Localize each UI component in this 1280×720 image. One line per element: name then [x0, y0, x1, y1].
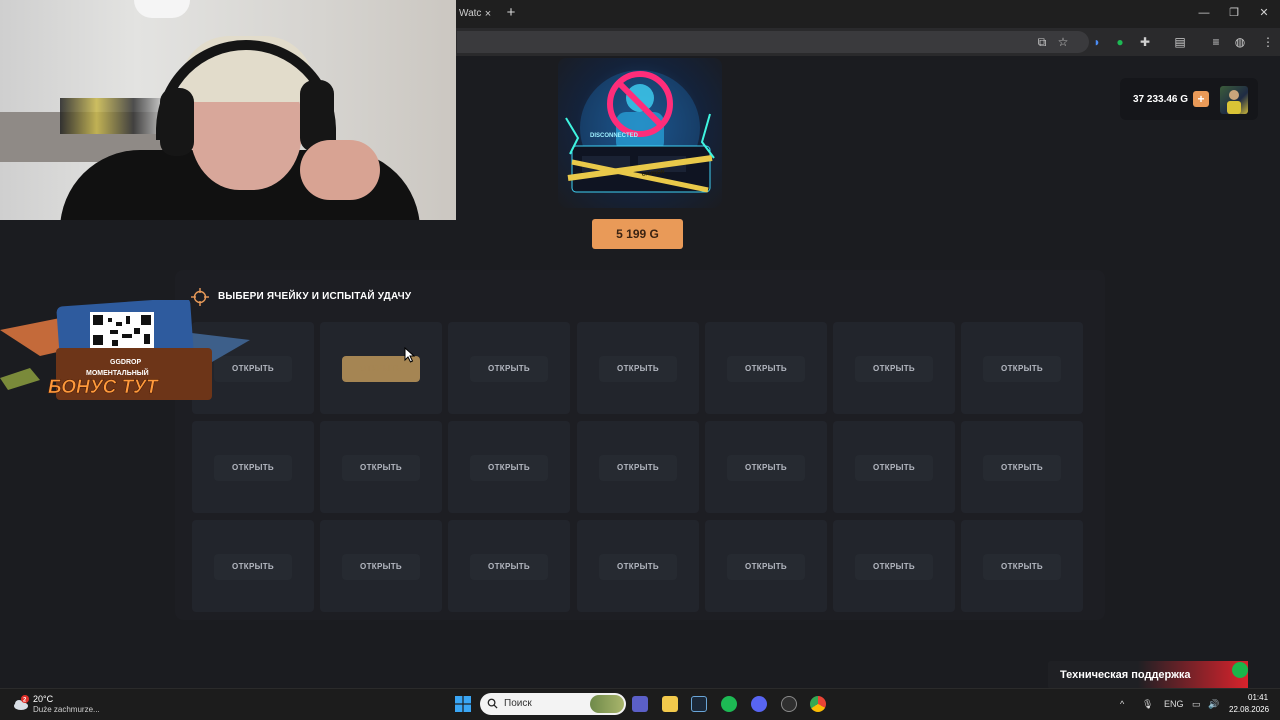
open-cell-button[interactable]: ОТКРЫТЬ — [855, 554, 933, 580]
close-window-button[interactable]: ✕ — [1252, 5, 1276, 21]
grid-cell[interactable]: ОТКРЫТЬ — [705, 421, 827, 513]
grid-cell[interactable]: ОТКРЫТЬ — [577, 421, 699, 513]
add-funds-button[interactable]: + — [1193, 91, 1209, 107]
tab-close-icon[interactable]: × — [480, 4, 496, 24]
bonus-brand-text: GGDROP — [110, 359, 141, 366]
open-cell-button[interactable]: ОТКРЫТЬ — [727, 554, 805, 580]
browser-tab-bar — [448, 0, 1280, 28]
spotify-icon[interactable] — [721, 696, 737, 712]
grid-cell[interactable]: ОТКРЫТЬ — [833, 421, 955, 513]
obs-icon[interactable] — [781, 696, 797, 712]
search-icon — [487, 698, 498, 709]
search-highlight-image — [590, 695, 624, 713]
grid-cell[interactable]: ОТКРЫТЬ — [961, 322, 1083, 414]
open-cell-button[interactable]: ОТКРЫТЬ — [470, 554, 548, 580]
tray-overflow-icon[interactable]: ^ — [1120, 698, 1124, 710]
case-disconnected-text: DISCONNECTED — [590, 133, 639, 139]
volume-icon[interactable]: 🔊 — [1208, 698, 1219, 710]
support-label: Техническая поддержка — [1060, 669, 1191, 681]
open-cell-button[interactable]: ОТКРЫТЬ — [983, 554, 1061, 580]
grid-cell[interactable]: ОТКРЫТЬ — [961, 520, 1083, 612]
search-placeholder: Поиск — [504, 698, 532, 709]
weather-description: Duże zachmurze... — [33, 705, 100, 714]
new-tab-button[interactable]: + — [503, 3, 519, 23]
extension-icon[interactable]: ◗ — [1089, 34, 1105, 50]
microphone-icon[interactable]: 🎙 — [1142, 698, 1153, 710]
grid-cell[interactable]: ОТКРЫТЬ — [833, 520, 955, 612]
open-cell-button[interactable]: ОТКРЫТЬ — [727, 356, 805, 382]
mouse-cursor-icon — [404, 347, 416, 363]
grid-cell[interactable]: ОТКРЫТЬ — [192, 520, 314, 612]
grid-cell[interactable]: ОТКРЫТЬ — [320, 421, 442, 513]
grid-cell[interactable]: ОТКРЫТЬ — [705, 322, 827, 414]
background-items — [60, 98, 170, 134]
open-cell-button[interactable]: ОТКРЫТЬ — [727, 455, 805, 481]
bonus-subtitle-text: МОМЕНТАЛЬНЫЙ — [86, 368, 149, 377]
headphones-left-cup — [160, 88, 194, 156]
discord-icon[interactable] — [751, 696, 767, 712]
extensions-puzzle-icon[interactable]: ✚ — [1137, 34, 1153, 50]
bonus-banner-art: GGDROP МОМЕНТАЛЬНЫЙ БОНУС ТУТ — [0, 297, 250, 400]
balance-amount: 37 233.46 G — [1133, 94, 1189, 105]
tab-title: Watc — [459, 8, 482, 19]
minimize-button[interactable]: — — [1192, 5, 1216, 21]
clock-time[interactable]: 01:41 — [1248, 693, 1268, 703]
open-cell-button[interactable]: ОТКРЫТЬ — [983, 356, 1061, 382]
grid-cell[interactable]: ОТКРЫТЬ — [577, 520, 699, 612]
grid-cell[interactable]: ОТКРЫТЬ — [448, 421, 570, 513]
teams-icon[interactable] — [632, 696, 648, 712]
open-cell-button[interactable]: ОТКРЫТЬ — [470, 455, 548, 481]
grid-cell[interactable]: ОТКРЫТЬ — [833, 322, 955, 414]
sidebar-icon[interactable]: ▤ — [1172, 34, 1188, 50]
chrome-icon[interactable] — [810, 696, 826, 712]
grid-cell[interactable]: ОТКРЫТЬ — [320, 322, 442, 414]
open-cell-button[interactable]: ОТКРЫТЬ — [342, 554, 420, 580]
open-cell-button[interactable]: ОТКРЫТЬ — [983, 455, 1061, 481]
grid-cell[interactable]: ОТКРЫТЬ — [705, 520, 827, 612]
media-icon[interactable]: ≡ — [1208, 34, 1224, 50]
file-explorer-icon[interactable] — [662, 696, 678, 712]
clock-date[interactable]: 22.08.2026 — [1229, 705, 1269, 715]
grid-cell[interactable]: ОТКРЫТЬ — [577, 322, 699, 414]
grid-cell[interactable]: ОТКРЫТЬ — [320, 520, 442, 612]
menu-kebab-icon[interactable]: ⋮ — [1260, 34, 1276, 50]
open-cell-button[interactable]: ОТКРЫТЬ — [214, 455, 292, 481]
avatar-figure-icon — [1227, 90, 1241, 114]
webcam-overlay — [0, 0, 456, 220]
ceiling-lamp — [134, 0, 190, 18]
case-image: DISCONNECTED CAUTION — [558, 58, 722, 208]
steam-icon[interactable] — [691, 696, 707, 712]
open-cell-button[interactable]: ОТКРЫТЬ — [599, 554, 677, 580]
user-avatar[interactable] — [1220, 86, 1248, 114]
open-cell-button[interactable]: ОТКРЫТЬ — [214, 554, 292, 580]
support-status-icon — [1232, 662, 1248, 678]
grid-cell[interactable]: ОТКРЫТЬ — [448, 520, 570, 612]
language-indicator[interactable]: ENG — [1164, 698, 1184, 710]
grid-cell[interactable]: ОТКРЫТЬ — [192, 421, 314, 513]
grid-cell[interactable]: ОТКРЫТЬ — [961, 421, 1083, 513]
weather-temperature: 20°C — [33, 694, 54, 704]
address-bar[interactable] — [457, 31, 1089, 53]
case-illustration: DISCONNECTED CAUTION — [565, 70, 715, 193]
network-icon[interactable]: ▭ — [1192, 698, 1201, 710]
streamer-hand — [300, 140, 380, 200]
open-cell-button[interactable]: ОТКРЫТЬ — [599, 455, 677, 481]
profile-avatar-icon[interactable]: ◍ — [1232, 34, 1248, 50]
install-app-icon[interactable]: ⧉ — [1034, 34, 1050, 50]
extension-green-icon[interactable]: ● — [1112, 34, 1128, 50]
weather-cloud-icon[interactable]: 2 — [12, 695, 30, 713]
bonus-title-text: БОНУС ТУТ — [48, 377, 159, 398]
bookmark-star-icon[interactable]: ☆ — [1055, 34, 1071, 50]
open-cell-button[interactable]: ОТКРЫТЬ — [470, 356, 548, 382]
grid-cell[interactable]: ОТКРЫТЬ — [448, 322, 570, 414]
windows-start-icon[interactable] — [455, 696, 471, 712]
bonus-banner[interactable]: GGDROP МОМЕНТАЛЬНЫЙ БОНУС ТУТ — [0, 297, 250, 404]
open-cell-button[interactable]: ОТКРЫТЬ — [855, 455, 933, 481]
open-case-price-button[interactable]: 5 199 G — [592, 219, 683, 249]
open-cell-button[interactable]: ОТКРЫТЬ — [599, 356, 677, 382]
restore-button[interactable]: ❐ — [1222, 5, 1246, 21]
open-cell-button[interactable]: ОТКРЫТЬ — [342, 455, 420, 481]
open-cell-button[interactable]: ОТКРЫТЬ — [855, 356, 933, 382]
